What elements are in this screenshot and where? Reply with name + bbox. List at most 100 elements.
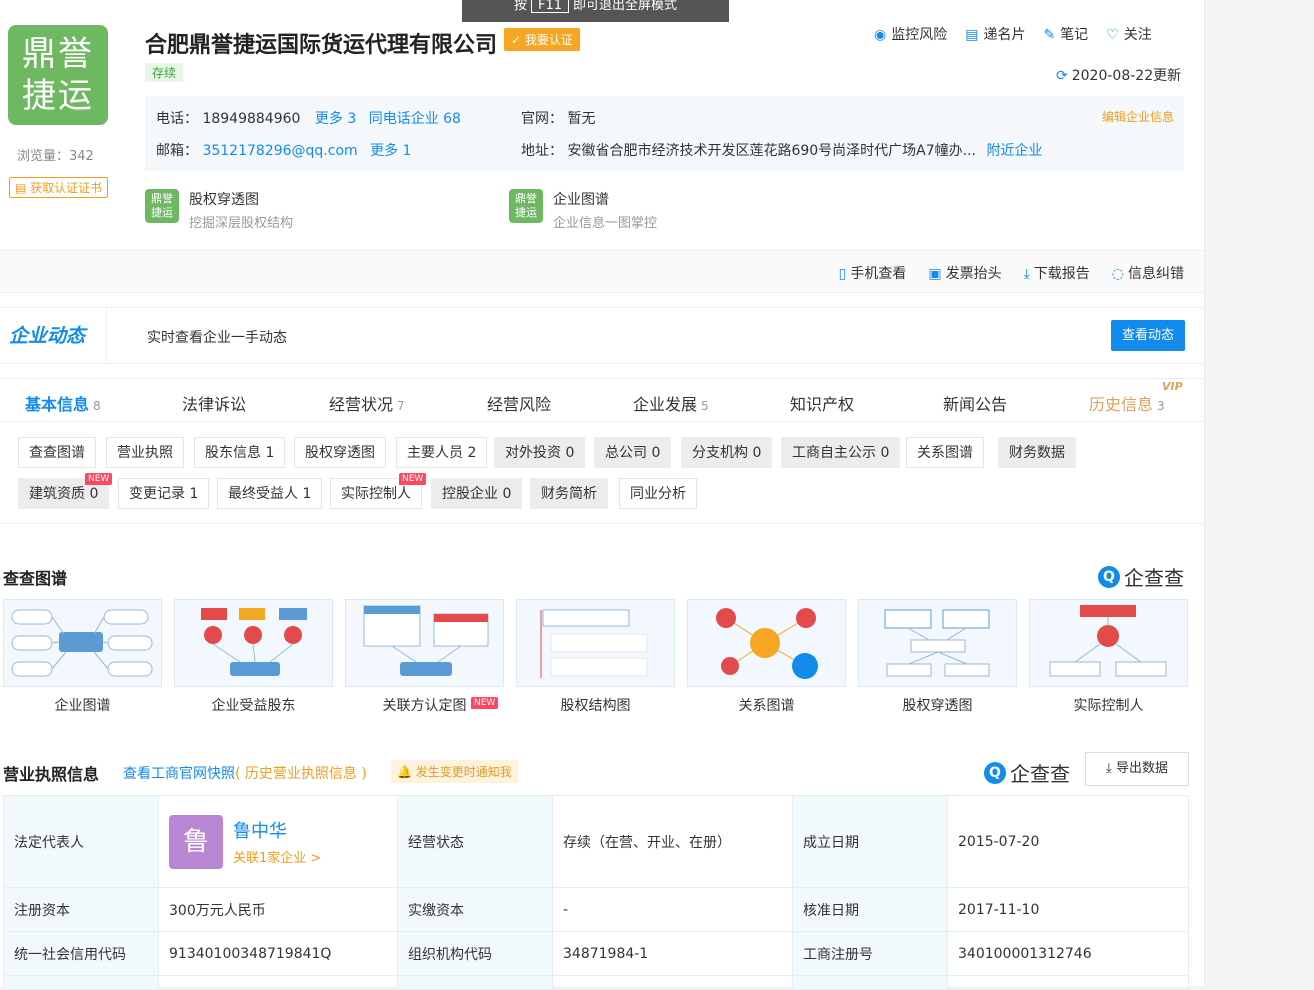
card-label: 企业图谱 — [54, 698, 111, 714]
contact-box: 电话： 18949884960 更多 3 同电话企业 68 邮箱： 351217… — [145, 96, 1184, 171]
chip-financial-analysis[interactable]: 财务简析 — [530, 478, 608, 509]
view-dynamics-button[interactable]: 查看动态 — [1111, 320, 1185, 351]
notify-on-change-button[interactable]: 🔔 发生变更时通知我 — [391, 760, 518, 783]
toast-text-pre: 按 — [513, 0, 527, 13]
phone-label: 电话： — [156, 111, 198, 127]
download-report-button[interactable]: ⤓ 下载报告 — [1024, 263, 1090, 283]
mobile-view-button[interactable]: ▯ 手机查看 — [839, 263, 907, 283]
graph-card-relation[interactable] — [687, 599, 846, 687]
phone-row: 电话： 18949884960 更多 3 同电话企业 68 — [156, 108, 461, 128]
graph-card-equity-penetration[interactable] — [858, 599, 1017, 687]
fullscreen-toast: 按 F11 即可退出全屏模式 — [462, 0, 729, 22]
equity-penetration-tile[interactable]: 鼎誉 捷运 股权穿透图 挖掘深层股权结构 — [145, 189, 293, 231]
error-report-button[interactable]: ◌ 信息纠错 — [1112, 263, 1184, 283]
invoice-title-button[interactable]: ▣ 发票抬头 — [928, 263, 1001, 283]
history-license-link[interactable]: ( 历史营业执照信息 ) — [235, 766, 367, 782]
tab-count: 8 — [93, 399, 101, 413]
credit-code-label: 统一社会信用代码 — [3, 931, 159, 976]
tab-development[interactable]: 企业发展 5 — [633, 391, 709, 415]
notify-label: 发生变更时通知我 — [415, 765, 512, 779]
empty-cell — [158, 975, 398, 990]
card-label: 股权结构图 — [560, 698, 631, 714]
chip-financial-data[interactable]: 财务数据 — [998, 437, 1076, 468]
tab-risk[interactable]: 经营风险 — [487, 391, 551, 415]
license-table: 法定代表人 鲁 鲁中华 关联1家企业 > 经营状态 存续（在营、开业、在册） 成… — [3, 795, 1189, 990]
table-row: 法定代表人 鲁 鲁中华 关联1家企业 > 经营状态 存续（在营、开业、在册） 成… — [3, 795, 1189, 888]
chip-headquarters[interactable]: 总公司 0 — [594, 437, 672, 468]
toast-key: F11 — [530, 0, 570, 13]
email-more-link[interactable]: 更多 1 — [370, 143, 411, 159]
avatar: 鲁 — [169, 814, 223, 869]
license-links: 查看工商官网快照( 历史营业执照信息 ) — [123, 763, 367, 783]
export-data-button[interactable]: ⤓ 导出数据 — [1085, 752, 1189, 786]
reg-number-label: 工商注册号 — [792, 931, 948, 976]
pen-icon: ✎ — [1043, 27, 1056, 43]
related-companies-link[interactable]: 关联1家企业 > — [233, 847, 321, 866]
phone-more-link[interactable]: 更多 3 — [315, 111, 356, 127]
graph-card-equity-structure[interactable] — [516, 599, 675, 687]
qichacha-icon: Q — [1098, 565, 1120, 588]
chip-branches[interactable]: 分支机构 0 — [681, 437, 773, 468]
send-card-button[interactable]: ▤ 递名片 — [965, 24, 1025, 44]
verify-icon: ✓ — [511, 33, 522, 47]
new-badge: NEW — [85, 473, 113, 485]
graph-card-enterprise[interactable] — [3, 599, 162, 687]
chip-license[interactable]: 营业执照 — [106, 437, 184, 468]
dynamics-label: 企业动态 — [0, 308, 107, 364]
chip-change-records[interactable]: 变更记录 1 — [118, 478, 210, 509]
tab-label: 历史信息 — [1089, 395, 1154, 414]
chip-industry-analysis[interactable]: 同业分析 — [619, 478, 697, 509]
chip-beneficiary[interactable]: 最终受益人 1 — [217, 478, 323, 509]
invoice-title-label: 发票抬头 — [945, 266, 1002, 282]
graph-card-related-party[interactable] — [345, 599, 504, 687]
email-row: 邮箱： 3512178296@qq.com 更多 1 — [156, 140, 411, 160]
credit-code-value: 91340100348719841Q — [158, 931, 398, 976]
nearby-companies-link[interactable]: 附近企业 — [986, 143, 1042, 159]
org-code-value: 34871984-1 — [552, 931, 793, 976]
same-phone-link[interactable]: 同电话企业 68 — [369, 111, 461, 127]
chip-relation-graph[interactable]: 关系图谱 — [906, 437, 984, 468]
card-label: 实际控制人 — [1073, 698, 1144, 714]
website-label: 官网： — [521, 111, 563, 127]
follow-button[interactable]: ♡ 关注 — [1106, 24, 1152, 44]
chip-equity[interactable]: 股权穿透图 — [294, 437, 386, 468]
enterprise-graph-tile[interactable]: 鼎誉 捷运 企业图谱 企业信息一图掌控 — [509, 189, 657, 231]
monitor-risk-button[interactable]: ◉ 监控风险 — [874, 24, 947, 44]
card-label: 关联方认定图 — [382, 698, 467, 714]
tab-legal[interactable]: 法律诉讼 — [182, 391, 246, 415]
card-icon: ▤ — [965, 27, 979, 43]
official-snapshot-link[interactable]: 查看工商官网快照 — [123, 766, 235, 782]
tab-label: 企业发展 — [633, 395, 698, 414]
tab-history[interactable]: 历史信息 3 — [1089, 391, 1165, 415]
comment-icon: ◌ — [1111, 266, 1124, 282]
edit-company-info-link[interactable]: 编辑企业信息 — [1102, 108, 1174, 125]
empty-cell — [552, 975, 793, 990]
send-card-label: 递名片 — [983, 27, 1026, 43]
chip-shareholders[interactable]: 股东信息 1 — [194, 437, 286, 468]
tab-news[interactable]: 新闻公告 — [943, 391, 1007, 415]
graph-card-beneficiary[interactable] — [174, 599, 333, 687]
chip-investment[interactable]: 对外投资 0 — [494, 437, 586, 468]
legal-rep-name-link[interactable]: 鲁中华 — [233, 817, 321, 843]
email-link[interactable]: 3512178296@qq.com — [202, 143, 357, 159]
paid-capital-value: - — [552, 887, 793, 932]
graph-card-actual-controller[interactable] — [1029, 599, 1188, 687]
chip-holding-companies[interactable]: 控股企业 0 — [431, 478, 523, 509]
tab-count: 3 — [1157, 399, 1165, 413]
chip-personnel[interactable]: 主要人员 2 — [396, 437, 488, 468]
get-certificate-button[interactable]: ▤ 获取认证证书 — [9, 177, 109, 198]
phone-value: 18949884960 — [202, 111, 301, 127]
tab-basic-info[interactable]: 基本信息 8 — [25, 391, 101, 415]
tab-ip[interactable]: 知识产权 — [790, 391, 854, 415]
mobile-view-label: 手机查看 — [850, 266, 907, 282]
qichacha-icon: Q — [984, 761, 1006, 784]
verify-button[interactable]: ✓ 我要认证 — [504, 28, 580, 51]
eye-icon: ◉ — [874, 27, 887, 43]
note-button[interactable]: ✎ 笔记 — [1043, 24, 1088, 44]
chip-graph[interactable]: 查查图谱 — [18, 437, 96, 468]
tab-operations[interactable]: 经营状况 7 — [329, 391, 405, 415]
chip-self-disclosure[interactable]: 工商自主公示 0 — [781, 437, 901, 468]
email-label: 邮箱： — [156, 143, 198, 159]
certificate-label: 获取认证证书 — [30, 181, 103, 195]
empty-cell — [792, 975, 948, 990]
